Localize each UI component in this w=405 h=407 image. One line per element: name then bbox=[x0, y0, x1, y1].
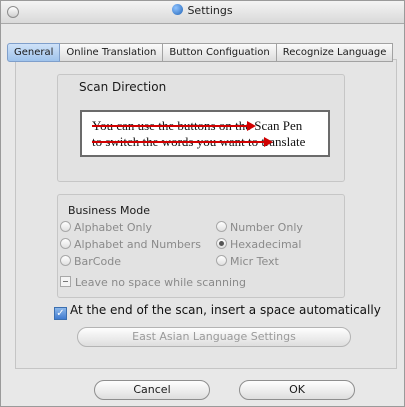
auto-space-checkbox[interactable]: ✓ At the end of the scan, insert a space … bbox=[54, 303, 381, 320]
checkmark-icon: ✓ bbox=[54, 307, 67, 320]
radio-button bbox=[216, 221, 227, 232]
radio-button bbox=[216, 255, 227, 266]
tab-bar: General Online Translation Button Config… bbox=[7, 43, 394, 62]
scan-direction-label: Scan Direction bbox=[79, 80, 167, 94]
tab-button-configuation[interactable]: Button Configuation bbox=[163, 43, 277, 62]
radio-alphabet-only[interactable]: Alphabet Only bbox=[60, 221, 152, 234]
direction-arrow-line-2 bbox=[92, 141, 264, 143]
tab-general[interactable]: General bbox=[7, 43, 61, 62]
direction-arrow-head-1 bbox=[247, 121, 256, 131]
radio-number-only[interactable]: Number Only bbox=[216, 221, 303, 234]
radio-label: BarCode bbox=[74, 255, 121, 268]
radio-label: Number Only bbox=[230, 221, 303, 234]
radio-button bbox=[60, 255, 71, 266]
radio-label: Alphabet and Numbers bbox=[74, 238, 201, 251]
ok-button[interactable]: OK bbox=[239, 380, 355, 400]
radio-micr-text[interactable]: Micr Text bbox=[216, 255, 279, 268]
radio-button bbox=[60, 238, 71, 249]
direction-arrow-head-2 bbox=[264, 137, 273, 147]
direction-arrow-line-1 bbox=[92, 125, 247, 127]
title-bar: Settings bbox=[1, 1, 404, 24]
radio-button-selected bbox=[216, 238, 227, 249]
tab-online-translation[interactable]: Online Translation bbox=[60, 43, 164, 62]
radio-label: Hexadecimal bbox=[230, 238, 302, 251]
radio-button bbox=[60, 221, 71, 232]
auto-space-label: At the end of the scan, insert a space a… bbox=[70, 303, 381, 317]
radio-label: Micr Text bbox=[230, 255, 279, 268]
radio-hexadecimal[interactable]: Hexadecimal bbox=[216, 238, 301, 251]
radio-alphabet-and-numbers[interactable]: Alphabet and Numbers bbox=[60, 238, 201, 251]
leave-no-space-checkbox[interactable]: Leave no space while scanning bbox=[60, 276, 246, 289]
checkbox-mixed bbox=[60, 276, 71, 287]
radio-label: Alphabet Only bbox=[74, 221, 153, 234]
east-asian-language-settings-button[interactable]: East Asian Language Settings bbox=[77, 327, 351, 347]
cancel-button[interactable]: Cancel bbox=[94, 380, 210, 400]
window-title-area: Settings bbox=[1, 4, 404, 17]
radio-barcode[interactable]: BarCode bbox=[60, 255, 121, 268]
business-mode-label: Business Mode bbox=[68, 204, 150, 217]
checkbox-label: Leave no space while scanning bbox=[75, 276, 246, 289]
scan-direction-preview[interactable]: You can use the buttons on the Scan Pen … bbox=[80, 110, 330, 157]
window-title: Settings bbox=[187, 4, 233, 17]
tab-recognize-language[interactable]: Recognize Language bbox=[276, 43, 394, 62]
app-icon bbox=[172, 4, 184, 15]
